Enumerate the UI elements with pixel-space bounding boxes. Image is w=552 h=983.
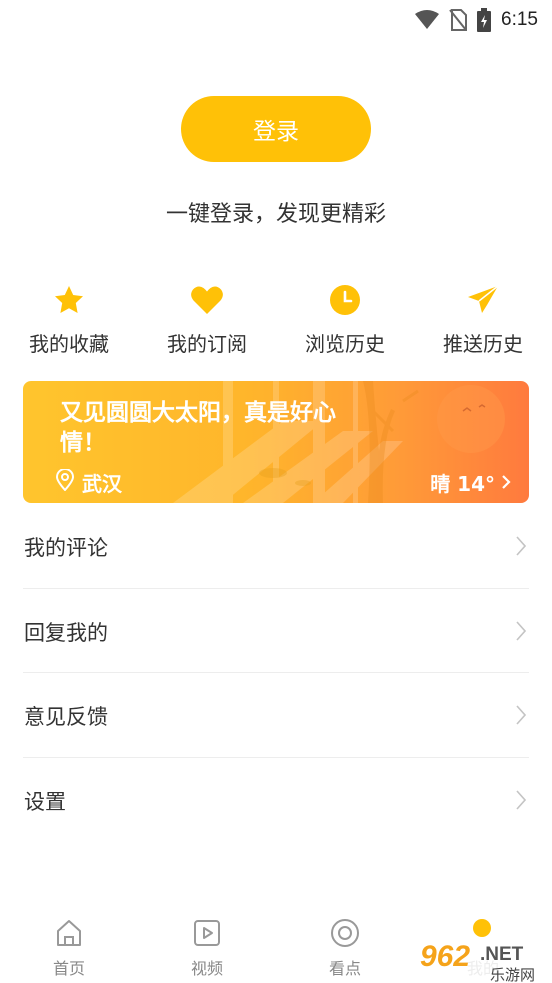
eye-icon (276, 917, 414, 949)
svg-text:.NET: .NET (480, 944, 524, 965)
menu-item-label: 设置 (24, 789, 66, 814)
quick-actions: 我的收藏 我的订阅 浏览历史 推送历史 (0, 282, 552, 362)
menu-item-label: 回复我的 (24, 620, 108, 645)
quick-item-label: 浏览历史 (305, 332, 385, 356)
watermark-logo: 962 .NET 乐游网 (414, 932, 552, 983)
home-icon (0, 917, 138, 949)
video-icon (138, 917, 276, 949)
login-tip: 一键登录，发现更精彩 (165, 202, 386, 227)
wifi-icon (415, 10, 440, 30)
weather-banner[interactable]: 又见圆圆大太阳，真是好心情！ 武汉 晴 14° (23, 381, 529, 503)
menu-item-replies[interactable]: 回复我的 (23, 589, 529, 673)
quick-item-label: 我的订阅 (167, 332, 247, 356)
menu-item-settings[interactable]: 设置 (23, 758, 529, 843)
location-pin-icon (55, 468, 75, 496)
quick-item-label: 推送历史 (443, 332, 523, 356)
weather-location: 武汉 (55, 468, 122, 497)
svg-text:962: 962 (420, 940, 470, 973)
weather-temp-text: 晴 14° (430, 472, 495, 496)
status-time: 6:15 (501, 9, 538, 30)
weather-temp: 晴 14° (430, 468, 511, 497)
nav-item-label: 视频 (190, 959, 223, 978)
battery-charging-icon (477, 8, 492, 32)
clock-icon (276, 282, 414, 318)
svg-text:乐游网: 乐游网 (490, 966, 535, 983)
quick-item-push-history[interactable]: 推送历史 (414, 282, 552, 357)
menu-list: 我的评论 回复我的 意见反馈 设置 (0, 504, 552, 842)
paper-plane-icon (414, 282, 552, 318)
quick-item-label: 我的收藏 (29, 332, 109, 356)
chevron-right-icon (516, 789, 527, 814)
heart-icon (138, 282, 276, 318)
quick-item-subscriptions[interactable]: 我的订阅 (138, 282, 276, 357)
nav-item-home[interactable]: 首页 (0, 917, 138, 979)
chevron-right-icon (516, 705, 527, 729)
chevron-right-icon (501, 471, 511, 495)
nav-item-label: 首页 (52, 959, 85, 978)
menu-item-label: 意见反馈 (24, 705, 108, 729)
login-button[interactable]: 登录 (181, 96, 371, 162)
menu-item-feedback[interactable]: 意见反馈 (23, 673, 529, 758)
menu-item-label: 我的评论 (24, 536, 108, 560)
menu-item-comments[interactable]: 我的评论 (23, 504, 529, 589)
no-sim-icon (449, 9, 468, 31)
status-bar: 6:15 (0, 0, 552, 40)
quick-item-history[interactable]: 浏览历史 (276, 282, 414, 357)
nav-item-highlights[interactable]: 看点 (276, 917, 414, 979)
chevron-right-icon (516, 536, 527, 560)
chevron-right-icon (516, 620, 527, 645)
nav-item-label: 看点 (328, 959, 361, 978)
weather-city: 武汉 (82, 472, 122, 496)
nav-item-video[interactable]: 视频 (138, 917, 276, 979)
quick-item-favorites[interactable]: 我的收藏 (0, 282, 138, 357)
weather-message: 又见圆圆大太阳，真是好心情！ (60, 400, 336, 456)
star-icon (0, 282, 138, 318)
